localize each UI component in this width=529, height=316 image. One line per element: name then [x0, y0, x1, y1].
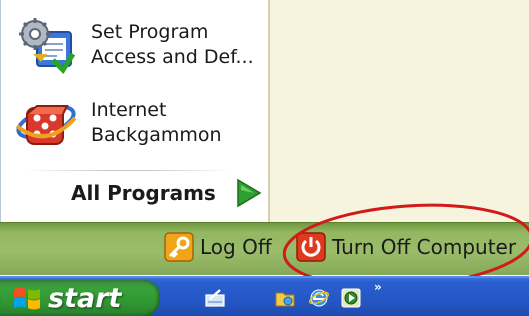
media-player-icon[interactable]: [340, 287, 362, 309]
backgammon-icon: [15, 92, 77, 154]
windows-flag-icon: [10, 283, 44, 313]
menu-divider: [23, 170, 233, 171]
show-desktop-icon[interactable]: [204, 287, 226, 309]
start-button[interactable]: start: [0, 280, 160, 316]
log-off-label: Log Off: [200, 235, 272, 259]
menu-item-set-program-access[interactable]: Set Program Access and Def...: [15, 14, 265, 76]
start-label: start: [48, 282, 122, 314]
menu-item-internet-backgammon[interactable]: Internet Backgammon: [15, 92, 265, 154]
internet-explorer-icon[interactable]: [308, 287, 330, 309]
turn-off-computer-label: Turn Off Computer: [332, 235, 517, 259]
quick-launch-overflow-button[interactable]: »: [374, 280, 382, 294]
key-icon: [164, 232, 194, 262]
all-programs-button[interactable]: All Programs: [71, 178, 262, 208]
start-menu-programs-pane: Set Program Access and Def... Internet B…: [0, 0, 269, 222]
set-program-access-icon: [15, 14, 77, 76]
explorer-folder-icon[interactable]: [274, 287, 296, 309]
log-off-button[interactable]: Log Off: [164, 230, 272, 264]
green-arrow-right-icon: [234, 178, 262, 208]
turn-off-computer-button[interactable]: Turn Off Computer: [296, 230, 516, 264]
all-programs-label: All Programs: [71, 181, 216, 205]
menu-item-label: Internet Backgammon: [91, 99, 222, 146]
power-icon: [296, 232, 326, 262]
start-menu-places-pane: [268, 0, 529, 222]
menu-item-label: Set Program Access and Def...: [91, 21, 254, 68]
screen: Set Program Access and Def... Internet B…: [0, 0, 529, 316]
